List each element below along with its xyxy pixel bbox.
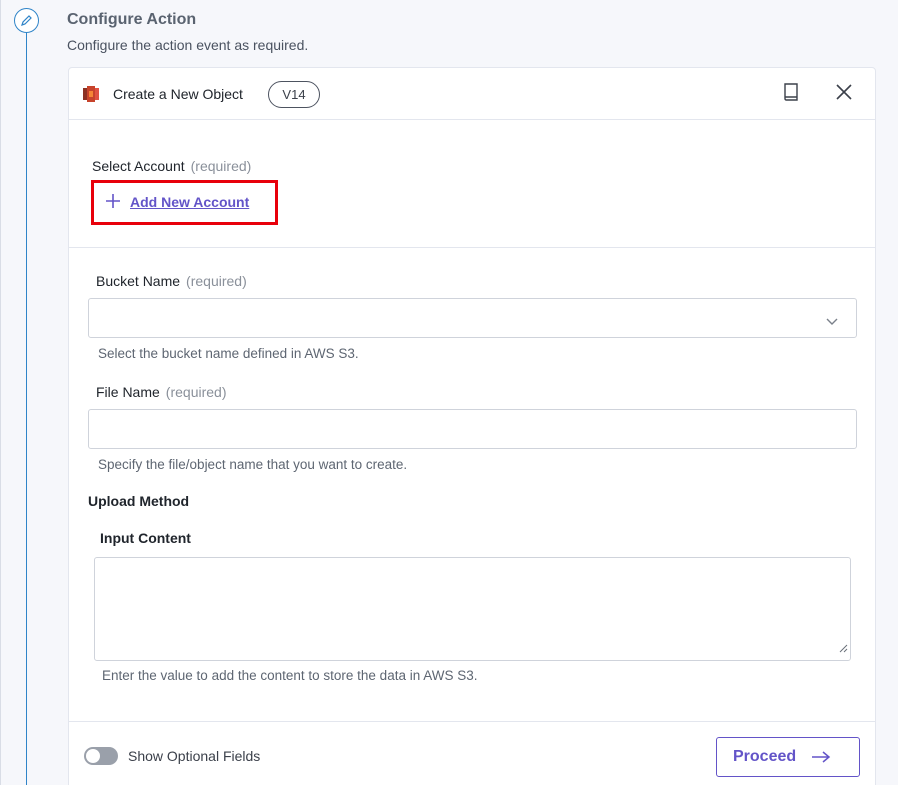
aws-s3-icon: [81, 84, 101, 109]
upload-method-label: Upload Method: [88, 493, 190, 509]
bucket-name-select[interactable]: [88, 298, 857, 338]
show-optional-fields-label: Show Optional Fields: [128, 748, 261, 764]
card-title: Create a New Object: [113, 86, 243, 102]
show-optional-fields-toggle[interactable]: [84, 747, 118, 765]
input-content-textarea[interactable]: [94, 557, 851, 661]
bucket-name-text: Bucket Name: [96, 273, 181, 289]
add-new-account-link[interactable]: Add New Account: [130, 194, 249, 210]
book-icon[interactable]: [781, 82, 803, 104]
input-content-label: Input Content: [100, 530, 191, 546]
close-icon[interactable]: [834, 82, 856, 104]
required-tag: (required): [165, 384, 227, 400]
resize-grip-icon[interactable]: [838, 640, 848, 658]
select-account-label: Select Account (required): [92, 158, 251, 174]
add-new-account-button[interactable]: Add New Account: [91, 180, 278, 225]
file-name-label: File Name (required): [96, 384, 227, 400]
bucket-name-help: Select the bucket name defined in AWS S3…: [98, 346, 359, 361]
required-tag: (required): [190, 158, 252, 174]
card-header: Create a New Object V14: [69, 68, 875, 120]
plus-icon: [104, 192, 122, 215]
toggle-knob: [86, 749, 100, 763]
proceed-button[interactable]: Proceed: [716, 737, 860, 777]
action-card: Create a New Object V14 Select Account (r…: [68, 67, 876, 785]
section-divider: [69, 247, 875, 248]
version-badge[interactable]: V14: [268, 81, 320, 108]
step-subtitle: Configure the action event as required.: [67, 37, 309, 53]
pencil-icon: [14, 8, 39, 33]
proceed-label: Proceed: [733, 748, 797, 765]
left-edge: [0, 0, 1, 785]
step-title: Configure Action: [67, 11, 197, 28]
arrow-right-icon: [811, 750, 831, 769]
required-tag: (required): [186, 273, 247, 289]
bucket-name-label: Bucket Name (required): [96, 273, 247, 289]
file-name-input[interactable]: [88, 409, 857, 449]
timeline-line: [26, 30, 27, 785]
file-name-text: File Name: [96, 384, 160, 400]
file-name-help: Specify the file/object name that you wa…: [98, 457, 408, 472]
input-content-help: Enter the value to add the content to st…: [102, 668, 478, 683]
chevron-down-icon: [826, 313, 838, 331]
select-account-text: Select Account: [92, 158, 185, 174]
footer-divider: [69, 721, 875, 722]
